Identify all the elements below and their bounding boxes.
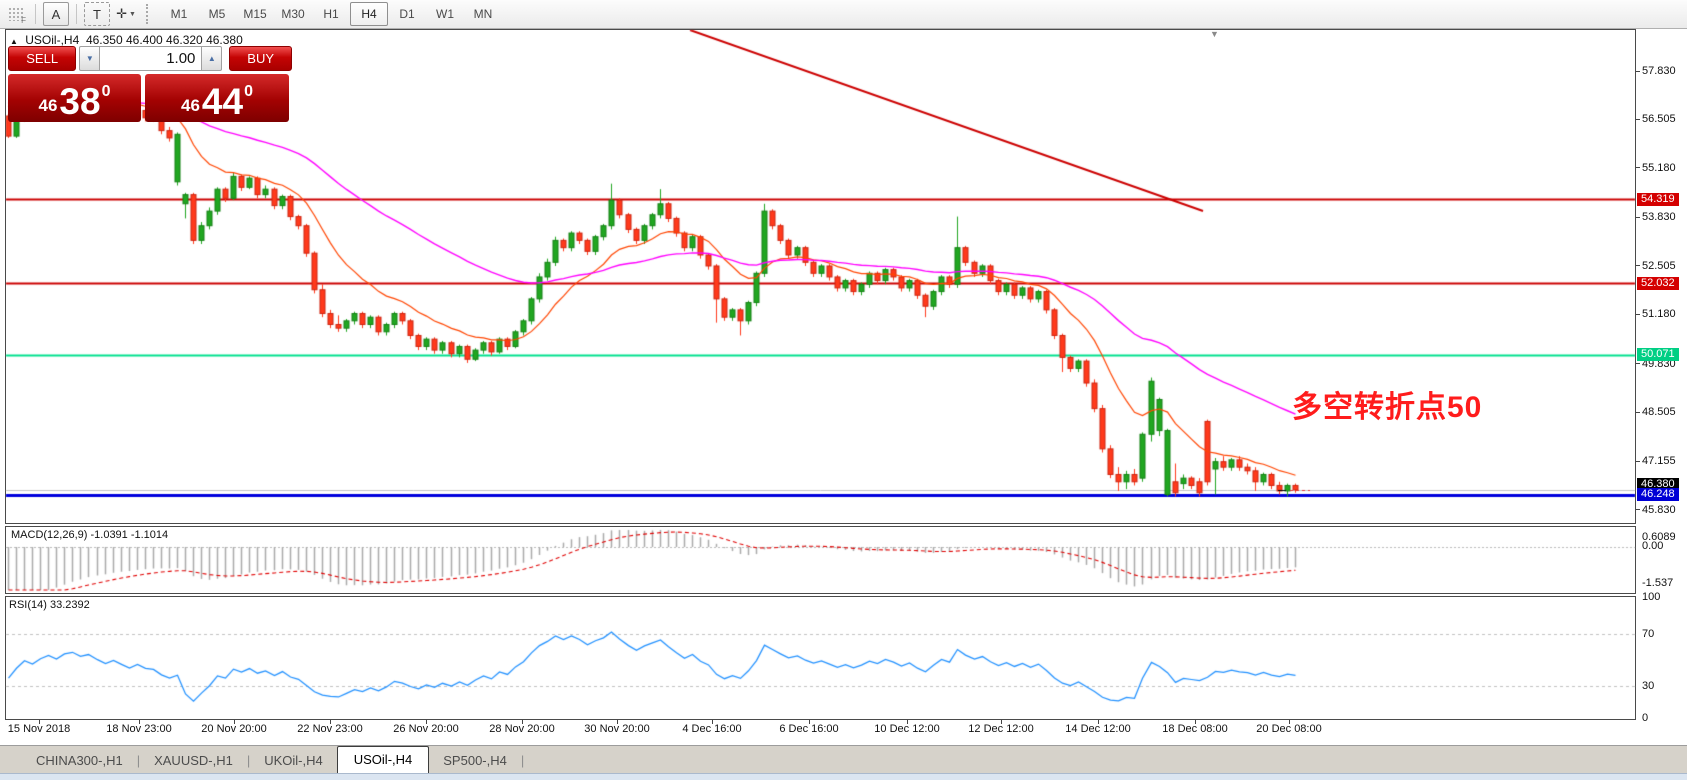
time-axis-tick — [330, 720, 331, 724]
time-axis-tick — [1195, 720, 1196, 724]
time-axis-tick — [139, 720, 140, 724]
price-axis-tick — [1636, 314, 1640, 315]
price-axis-label: 55.180 — [1642, 162, 1676, 174]
time-axis-tick — [617, 720, 618, 724]
price-axis-label: 56.505 — [1642, 113, 1676, 125]
time-axis-tick — [234, 720, 235, 724]
time-axis-label: 10 Dec 12:00 — [874, 723, 939, 735]
time-axis-label: 28 Nov 20:00 — [489, 723, 554, 735]
price-level-badge: 46.248 — [1637, 488, 1679, 501]
volume-decrease-button[interactable]: ▼ — [79, 46, 100, 71]
rsi-axis-label: 30 — [1642, 680, 1654, 692]
rsi-axis-label: 0 — [1642, 712, 1648, 724]
chart-tab-xauusdh1[interactable]: XAUUSD-,H1 — [140, 749, 247, 773]
price-axis-label: 51.180 — [1642, 308, 1676, 320]
symbol-name: USOil-,H4 — [25, 33, 79, 47]
symbol-ohlc-values: 46.350 46.400 46.320 46.380 — [86, 33, 243, 47]
time-axis-tick — [1098, 720, 1099, 724]
arrow-up-icon: ▲ — [208, 54, 216, 63]
rsi-indicator-label: RSI(14) 33.2392 — [9, 599, 90, 611]
price-axis-tick — [1636, 217, 1640, 218]
macd-values: -1.0391 -1.1014 — [90, 529, 168, 541]
time-axis-label: 12 Dec 12:00 — [968, 723, 1033, 735]
price-axis-label: 57.830 — [1642, 65, 1676, 77]
price-axis-label: 53.830 — [1642, 211, 1676, 223]
time-axis-label: 4 Dec 16:00 — [682, 723, 741, 735]
arrow-down-icon: ▼ — [86, 54, 94, 63]
time-axis-label: 6 Dec 16:00 — [779, 723, 838, 735]
time-axis-tick — [1289, 720, 1290, 724]
price-axis-tick — [1636, 412, 1640, 413]
price-axis-tick — [1636, 167, 1640, 168]
chart-shift-marker-icon[interactable]: ▼ — [1210, 29, 1219, 39]
price-level-badge: 52.032 — [1637, 277, 1679, 290]
symbol-header: ▲ USOil-,H4 46.350 46.400 46.320 46.380 — [10, 33, 243, 47]
buy-price-button[interactable]: 46 44 0 — [145, 74, 289, 122]
price-level-badge: 54.319 — [1637, 193, 1679, 206]
price-axis-label: 47.155 — [1642, 455, 1676, 467]
price-axis-tick — [1636, 119, 1640, 120]
time-axis-tick — [426, 720, 427, 724]
buy-price-big: 44 — [202, 85, 243, 119]
chart-tab-ukoilh4[interactable]: UKOil-,H4 — [250, 749, 337, 773]
time-axis-label: 18 Dec 08:00 — [1162, 723, 1227, 735]
sell-price-sup: 0 — [102, 83, 111, 101]
price-axis-tick — [1636, 363, 1640, 364]
time-axis-label: 26 Nov 20:00 — [393, 723, 458, 735]
price-axis-tick — [1636, 71, 1640, 72]
time-axis-tick — [1001, 720, 1002, 724]
rsi-value: 33.2392 — [50, 599, 90, 611]
one-click-trading-panel: SELL ▼ 1.00 ▲ BUY 46 38 0 46 44 0 — [8, 46, 292, 122]
time-axis-label: 14 Dec 12:00 — [1065, 723, 1130, 735]
time-axis-tick — [809, 720, 810, 724]
chart-tab-china300h1[interactable]: CHINA300-,H1 — [22, 749, 137, 773]
buy-button[interactable]: BUY — [229, 46, 292, 71]
time-axis-label: 15 Nov 2018 — [8, 723, 70, 735]
time-axis-tick — [522, 720, 523, 724]
price-level-badge: 50.071 — [1637, 348, 1679, 361]
chart-tab-bar: CHINA300-,H1|XAUUSD-,H1|UKOil-,H4USOil-,… — [0, 745, 1687, 773]
chart-tab-sp500h4[interactable]: SP500-,H4 — [429, 749, 521, 773]
macd-axis-label: -1.537 — [1642, 577, 1673, 589]
chart-tab-usoilh4[interactable]: USOil-,H4 — [337, 746, 430, 773]
time-axis-label: 20 Nov 20:00 — [201, 723, 266, 735]
price-axis-label: 52.505 — [1642, 260, 1676, 272]
volume-input[interactable]: 1.00 — [100, 46, 201, 71]
time-axis-label: 18 Nov 23:00 — [106, 723, 171, 735]
time-axis-label: 22 Nov 23:00 — [297, 723, 362, 735]
volume-increase-button[interactable]: ▲ — [201, 46, 222, 71]
price-axis-label: 48.505 — [1642, 406, 1676, 418]
buy-price-sup: 0 — [244, 83, 253, 101]
time-axis-label: 30 Nov 20:00 — [584, 723, 649, 735]
sell-price-button[interactable]: 46 38 0 — [8, 74, 141, 122]
time-axis-tick — [907, 720, 908, 724]
chart-annotation-text: 多空转折点50 — [1292, 382, 1482, 426]
tab-separator: | — [521, 749, 524, 773]
sell-price-big: 38 — [59, 85, 100, 119]
time-axis-tick — [712, 720, 713, 724]
buy-price-prefix: 46 — [181, 96, 200, 116]
sell-price-prefix: 46 — [39, 96, 58, 116]
price-axis-tick — [1636, 461, 1640, 462]
trading-terminal-window: F A T ✛▼ M1M5M15M30H1H4D1W1MN ▲ USOil-,H… — [0, 0, 1687, 780]
price-axis-label: 45.830 — [1642, 504, 1676, 516]
rsi-axis-label: 70 — [1642, 628, 1654, 640]
status-bar — [0, 773, 1687, 780]
rsi-axis-label: 100 — [1642, 591, 1660, 603]
time-axis-label: 20 Dec 08:00 — [1256, 723, 1321, 735]
price-axis-tick — [1636, 265, 1640, 266]
sell-button[interactable]: SELL — [8, 46, 76, 71]
time-axis-tick — [39, 720, 40, 724]
macd-indicator-label: MACD(12,26,9) -1.0391 -1.1014 — [11, 529, 168, 541]
macd-axis-label: 0.00 — [1642, 540, 1663, 552]
collapse-triangle-icon[interactable]: ▲ — [10, 37, 18, 46]
price-axis-tick — [1636, 509, 1640, 510]
